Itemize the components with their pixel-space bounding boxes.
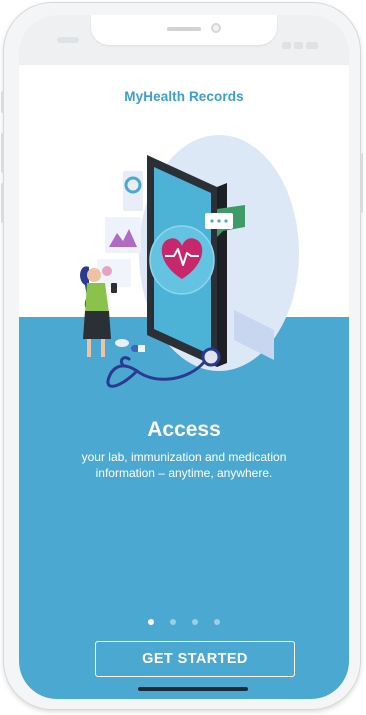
side-button xyxy=(1,91,4,113)
status-time xyxy=(57,37,79,43)
status-bar xyxy=(19,15,349,65)
pills xyxy=(115,339,145,352)
page-dot-3[interactable] xyxy=(192,619,198,625)
volume-up-button xyxy=(1,133,4,173)
volume-down-button xyxy=(1,183,4,223)
report-cards xyxy=(97,171,143,287)
power-button xyxy=(360,153,363,213)
health-illustration xyxy=(80,135,299,388)
page-indicator[interactable] xyxy=(19,619,349,625)
camera xyxy=(211,23,221,33)
page-dot-2[interactable] xyxy=(170,619,176,625)
page-dot-4[interactable] xyxy=(214,619,220,625)
notch xyxy=(91,15,277,45)
slide-title: Access xyxy=(147,418,221,441)
page-dot-1[interactable] xyxy=(148,619,154,625)
app-screen: MyHealth Records Access your lab, immuni… xyxy=(19,15,349,699)
get-started-button[interactable]: GET STARTED xyxy=(95,641,295,677)
phone-frame: MyHealth Records Access your lab, immuni… xyxy=(1,3,363,709)
status-icons xyxy=(279,36,319,49)
home-indicator[interactable] xyxy=(138,687,248,691)
speaker xyxy=(167,27,201,31)
app-title: MyHealth Records xyxy=(124,89,244,104)
slide-description: your lab, immunization and medication in… xyxy=(81,450,287,480)
